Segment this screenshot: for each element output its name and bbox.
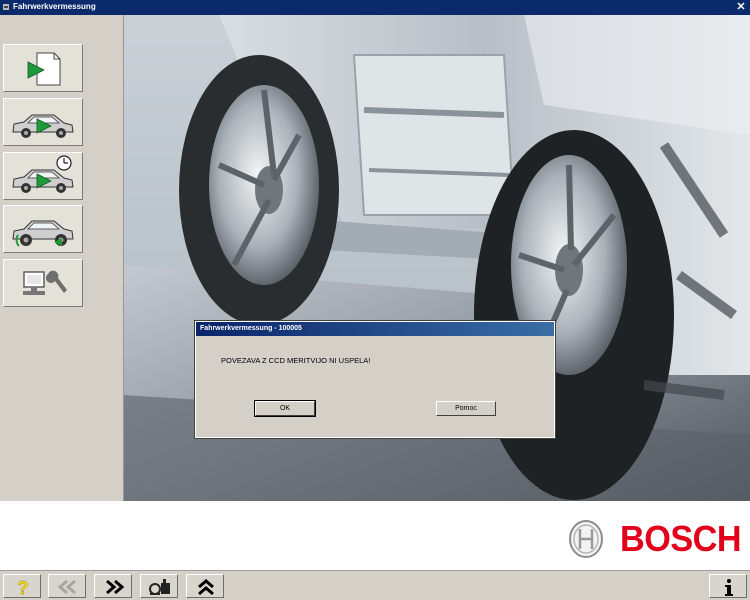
car-wheel-icon	[12, 220, 74, 247]
window-title: Fahrwerkvermessung	[13, 2, 96, 11]
svg-text:?: ?	[18, 578, 29, 598]
double-chevron-right-icon	[106, 579, 125, 595]
window-title-bar: Fahrwerkvermessung ✕	[0, 0, 750, 15]
tools-icon	[149, 579, 170, 595]
sidebar-item-document[interactable]	[3, 44, 83, 92]
sidebar-item-computer-settings[interactable]	[3, 259, 83, 307]
close-button[interactable]: ✕	[735, 1, 747, 13]
home-up-button[interactable]	[186, 574, 224, 598]
dialog-title: Fahrwerkvermessung - 100005	[196, 322, 554, 336]
close-icon: ✕	[736, 1, 746, 13]
document-arrow-icon	[27, 52, 61, 86]
car-measure-icon	[12, 114, 74, 138]
bosch-logo	[569, 520, 603, 558]
forward-button[interactable]	[94, 574, 132, 598]
car-clock-icon	[12, 155, 74, 193]
computer-wrench-icon	[23, 270, 67, 295]
app-icon	[3, 4, 9, 10]
question-icon: ?	[17, 578, 29, 598]
help-dialog-button[interactable]: Pomoc	[436, 401, 496, 416]
bottom-toolbar: ?	[0, 570, 750, 600]
back-button[interactable]	[48, 574, 86, 598]
help-button[interactable]: ?	[3, 574, 41, 598]
ok-button[interactable]: OK	[254, 400, 316, 417]
double-chevron-left-icon	[57, 579, 76, 595]
sidebar-item-car-measure-timed[interactable]	[3, 152, 83, 200]
sidebar-item-car-wheel-runout[interactable]	[3, 205, 83, 253]
double-chevron-up-icon	[198, 579, 214, 596]
sidebar	[0, 15, 124, 501]
bosch-brand-text: BOSCH	[620, 518, 742, 559]
tools-button[interactable]	[140, 574, 178, 598]
info-icon	[725, 579, 733, 596]
sidebar-item-car-measure[interactable]	[3, 98, 83, 146]
error-dialog: Fahrwerkvermessung - 100005 POVEZAVA Z C…	[194, 320, 556, 439]
info-button[interactable]	[709, 574, 747, 598]
dialog-message: POVEZAVA Z CCD MERITVIJO NI USPELA!	[221, 356, 371, 365]
